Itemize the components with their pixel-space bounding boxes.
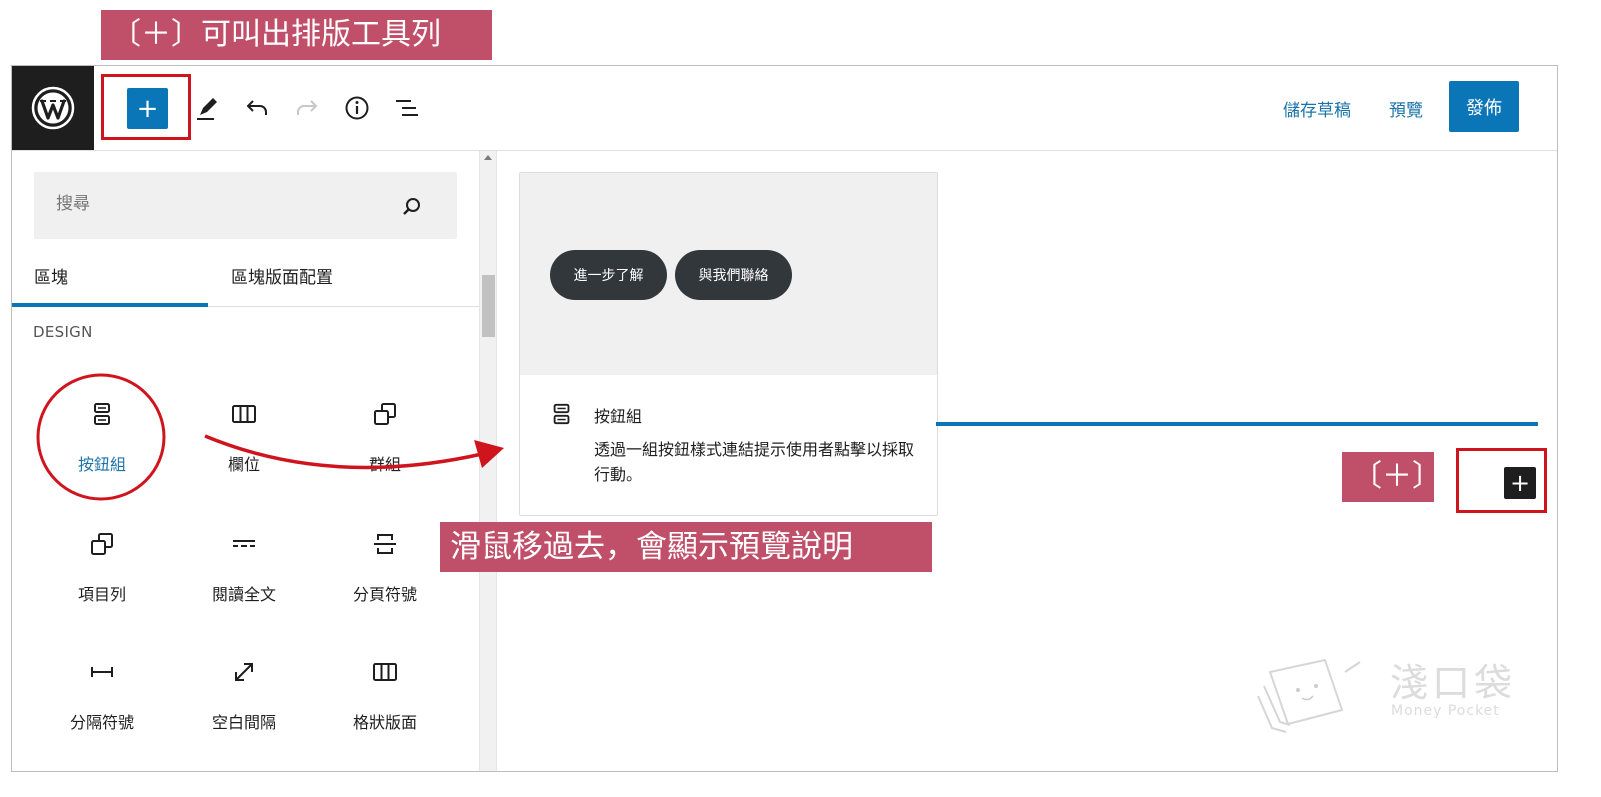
wordpress-logo-button[interactable] xyxy=(12,66,94,150)
block-item-page-break[interactable]: 分頁符號 xyxy=(315,531,455,631)
pen-icon xyxy=(197,98,217,120)
highlight-inserter-box xyxy=(101,74,191,140)
details-button[interactable] xyxy=(342,93,372,123)
search-input[interactable] xyxy=(56,194,376,214)
row-icon xyxy=(91,533,113,555)
category-label: DESIGN xyxy=(33,323,93,341)
annotation-preview-hint: 滑鼠移過去，會顯示預覽說明 xyxy=(440,522,932,572)
scrollbar-thumb[interactable] xyxy=(482,275,495,337)
active-tab-indicator xyxy=(12,303,208,307)
block-item-label: 項目列 xyxy=(77,585,126,604)
preview-description: 透過一組按鈕樣式連結提示使用者點擊以採取行動。 xyxy=(594,440,915,484)
block-preview-card: 進一步了解 與我們聯絡 按鈕組 透過一組按鈕樣式連結提示使用者點擊以採取行動。 xyxy=(519,172,938,516)
annotation-plus-label: 〔＋〕 xyxy=(1342,452,1442,502)
tools-pen-button[interactable] xyxy=(192,93,222,123)
search-box xyxy=(34,172,457,239)
scroll-up-arrow-icon[interactable] xyxy=(484,155,492,160)
separator-icon xyxy=(91,667,113,677)
block-item-label: 閱讀全文 xyxy=(211,585,276,604)
buttons-icon xyxy=(553,403,570,425)
undo-button[interactable] xyxy=(242,93,272,123)
tab-patterns[interactable]: 區塊版面配置 xyxy=(231,263,333,288)
preview-title: 按鈕組 xyxy=(594,407,643,426)
block-item-separator[interactable]: 分隔符號 xyxy=(32,659,172,759)
block-item-row[interactable]: 項目列 xyxy=(32,531,172,631)
watermark-subtitle: Money Pocket xyxy=(1391,703,1500,719)
inserter-tabs: 區塊 區塊版面配置 xyxy=(12,251,479,307)
annotation-inserter-hint: 〔＋〕可叫出排版工具列 xyxy=(101,10,492,60)
redo-button[interactable] xyxy=(292,93,322,123)
list-view-icon xyxy=(396,100,418,116)
block-item-more[interactable]: 閱讀全文 xyxy=(174,531,314,631)
block-item-label: 空白間隔 xyxy=(211,713,276,732)
block-insertion-line xyxy=(936,422,1538,426)
publish-button[interactable]: 發佈 xyxy=(1449,81,1519,132)
block-item-label: 分隔符號 xyxy=(69,713,134,732)
block-item-label: 分頁符號 xyxy=(352,585,417,604)
search-icon xyxy=(403,198,420,215)
preview-button[interactable]: 預覽 xyxy=(1389,96,1423,121)
list-view-button[interactable] xyxy=(392,93,422,123)
preview-button-learn-more: 進一步了解 xyxy=(550,250,667,300)
undo-icon xyxy=(246,100,267,115)
watermark-title: 淺口袋 xyxy=(1390,661,1517,705)
highlight-add-block-box xyxy=(1456,448,1547,513)
tab-blocks[interactable]: 區塊 xyxy=(34,263,68,288)
mascot-logo-icon xyxy=(1257,658,1361,733)
redo-icon xyxy=(297,100,318,115)
preview-button-contact: 與我們聯絡 xyxy=(675,250,792,300)
more-icon xyxy=(233,540,255,547)
preview-canvas: 進一步了解 與我們聯絡 xyxy=(520,173,937,375)
annotation-arrow xyxy=(36,373,504,501)
grid-icon xyxy=(373,663,397,681)
save-draft-button[interactable]: 儲存草稿 xyxy=(1283,96,1351,121)
info-icon xyxy=(345,96,369,120)
editor-toolbar: + 儲存草稿 預覽 發佈 xyxy=(12,66,1557,151)
wordpress-logo-icon xyxy=(31,86,75,130)
block-item-spacer[interactable]: 空白間隔 xyxy=(174,659,314,759)
block-item-label: 格狀版面 xyxy=(352,713,417,732)
page-break-icon xyxy=(374,534,396,554)
block-item-grid[interactable]: 格狀版面 xyxy=(315,659,455,759)
spacer-icon xyxy=(235,663,253,681)
